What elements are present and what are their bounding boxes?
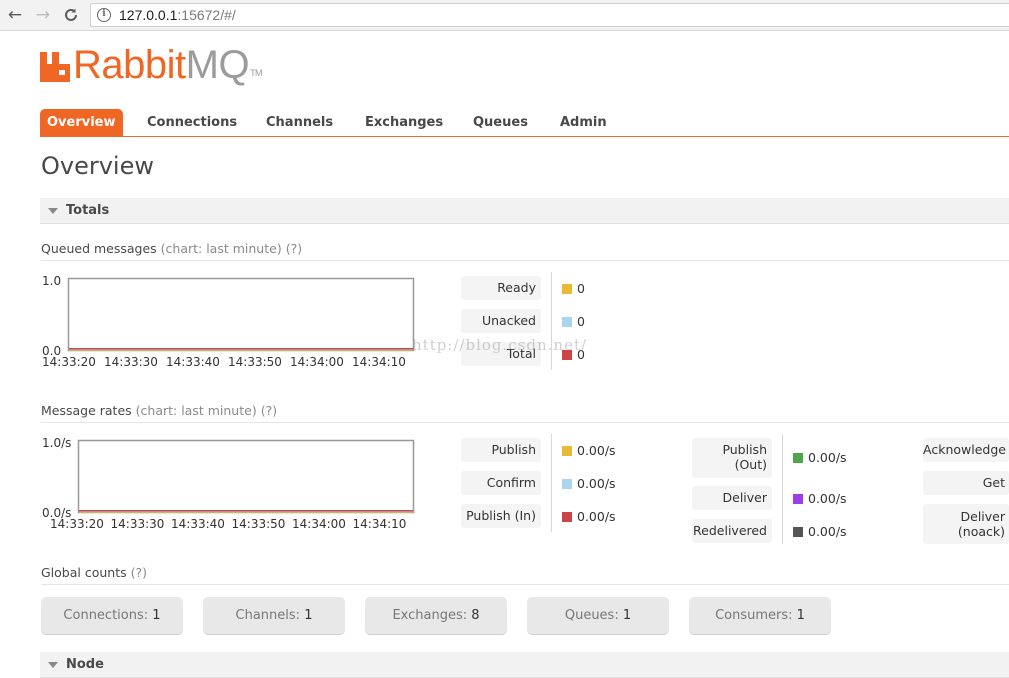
queued-messages-heading: Queued messages (chart: last minute) (?) — [41, 241, 1009, 261]
rates-y-max-label: 1.0/s — [42, 436, 71, 450]
rates-series-group — [79, 510, 413, 513]
queued-chart-range-link[interactable]: (chart: last minute) — [161, 241, 282, 256]
totals-section-toggle[interactable]: Totals — [40, 198, 1009, 224]
time-tick-label: 14:33:20 — [50, 517, 104, 531]
ready-color-swatch — [562, 284, 572, 294]
queued-messages-title: Queued messages — [41, 241, 157, 256]
rate-label-deliver: Deliver — [692, 486, 772, 510]
time-tick-label: 14:33:30 — [111, 517, 165, 531]
message-rates-heading: Message rates (chart: last minute) (?) — [41, 403, 1009, 423]
collapse-triangle-icon — [48, 662, 58, 668]
collapse-triangle-icon — [48, 208, 58, 214]
watermark-text: http://blog.csdn.net/ — [412, 336, 588, 354]
divider — [782, 434, 783, 544]
connections-count-button[interactable]: Connections: 1 — [41, 597, 183, 635]
rate-label-redelivered: Redelivered — [692, 519, 772, 543]
publish-color-swatch — [562, 446, 572, 456]
unacked-value: 0 — [577, 314, 585, 329]
totals-title: Totals — [66, 203, 110, 218]
publish-out-rate-value: 0.00/s — [808, 450, 847, 465]
exchanges-count-button[interactable]: Exchanges: 8 — [365, 597, 507, 635]
redelivered-rate-value: 0.00/s — [808, 524, 847, 539]
time-tick-label: 14:34:10 — [353, 517, 407, 531]
divider — [551, 272, 552, 370]
global-counts-heading: Global counts (?) — [41, 565, 1009, 585]
rate-label-get: Get — [923, 471, 1009, 495]
consumers-count-button[interactable]: Consumers: 1 — [689, 597, 831, 635]
rabbitmq-logo-icon — [40, 52, 70, 82]
rates-chart-range-link[interactable]: (chart: last minute) — [136, 403, 257, 418]
global-counts-title: Global counts — [41, 565, 127, 580]
confirm-rate-value: 0.00/s — [577, 476, 616, 491]
publish-out-color-swatch — [793, 453, 803, 463]
queues-count-button[interactable]: Queues: 1 — [527, 597, 669, 635]
node-section-toggle[interactable]: Node — [40, 652, 1009, 678]
url-text: 127.0.0.1:15672/#/ — [119, 7, 236, 23]
time-tick-label: 14:33:20 — [42, 355, 96, 369]
time-tick-label: 14:33:40 — [166, 355, 220, 369]
info-icon[interactable]: i — [97, 8, 111, 22]
unacked-color-swatch — [562, 317, 572, 327]
rate-label-deliver-noack: Deliver (noack) — [923, 504, 1009, 544]
redelivered-color-swatch — [793, 527, 803, 537]
address-bar[interactable]: i 127.0.0.1:15672/#/ — [90, 3, 1009, 27]
tab-admin[interactable]: Admin — [560, 109, 607, 137]
tab-overview[interactable]: Overview — [40, 109, 123, 137]
rate-label-publish: Publish — [461, 438, 541, 462]
time-tick-label: 14:33:50 — [228, 355, 282, 369]
reload-icon[interactable] — [60, 4, 82, 26]
time-tick-label: 14:33:40 — [171, 517, 225, 531]
global-counts-help-link[interactable]: (?) — [131, 565, 147, 580]
time-tick-label: 14:34:00 — [290, 355, 344, 369]
deliver-color-swatch — [793, 494, 803, 504]
queued-messages-chart: 1.0 0.0 14:33:20 14:33:30 14:33:40 14:33:50… — [42, 274, 415, 369]
channels-count-button[interactable]: Channels: 1 — [203, 597, 345, 635]
page-title: Overview — [41, 152, 154, 180]
time-tick-label: 14:34:00 — [292, 517, 346, 531]
browser-toolbar: ← → i 127.0.0.1:15672/#/ — [0, 0, 1009, 31]
time-tick-label: 14:34:10 — [352, 355, 406, 369]
queued-help-link[interactable]: (?) — [286, 241, 302, 256]
deliver-rate-value: 0.00/s — [808, 491, 847, 506]
tab-exchanges[interactable]: Exchanges — [365, 109, 443, 137]
rate-label-publish-in: Publish (In) — [461, 504, 541, 528]
publish-in-color-swatch — [562, 512, 572, 522]
stat-label-ready: Ready — [461, 276, 541, 300]
queued-time-axis: 14:33:20 14:33:30 14:33:40 14:33:50 14:34:00… — [42, 355, 406, 369]
forward-arrow-icon[interactable]: → — [32, 4, 54, 26]
logo-wordmark: RabbitMQTM — [73, 43, 263, 87]
message-rates-chart: 1.0/s 0.0/s 14:33:20 14:33:30 14:33:40 14:3… — [42, 436, 415, 531]
rate-label-publish-out: Publish (Out) — [692, 438, 772, 478]
stat-label-unacked: Unacked — [461, 309, 541, 333]
queued-plot-area — [67, 277, 415, 352]
tab-connections[interactable]: Connections — [147, 109, 237, 137]
tab-channels[interactable]: Channels — [266, 109, 333, 137]
tab-queues[interactable]: Queues — [473, 109, 528, 137]
message-rates-title: Message rates — [41, 403, 132, 418]
confirm-color-swatch — [562, 479, 572, 489]
rates-time-axis: 14:33:20 14:33:30 14:33:40 14:33:50 14:34:00… — [50, 517, 406, 531]
rate-label-acknowledge: Acknowledge — [923, 438, 1009, 462]
main-nav-tabs: Overview Connections Channels Exchanges … — [40, 109, 1009, 137]
queued-y-max-label: 1.0 — [42, 274, 61, 288]
queued-series-group — [69, 348, 413, 351]
time-tick-label: 14:33:30 — [104, 355, 158, 369]
divider — [551, 434, 552, 532]
publish-in-rate-value: 0.00/s — [577, 509, 616, 524]
ready-value: 0 — [577, 281, 585, 296]
rates-plot-area — [77, 439, 415, 514]
publish-rate-value: 0.00/s — [577, 443, 616, 458]
back-arrow-icon[interactable]: ← — [4, 4, 26, 26]
rates-help-link[interactable]: (?) — [261, 403, 277, 418]
time-tick-label: 14:33:50 — [232, 517, 286, 531]
rate-label-confirm: Confirm — [461, 471, 541, 495]
